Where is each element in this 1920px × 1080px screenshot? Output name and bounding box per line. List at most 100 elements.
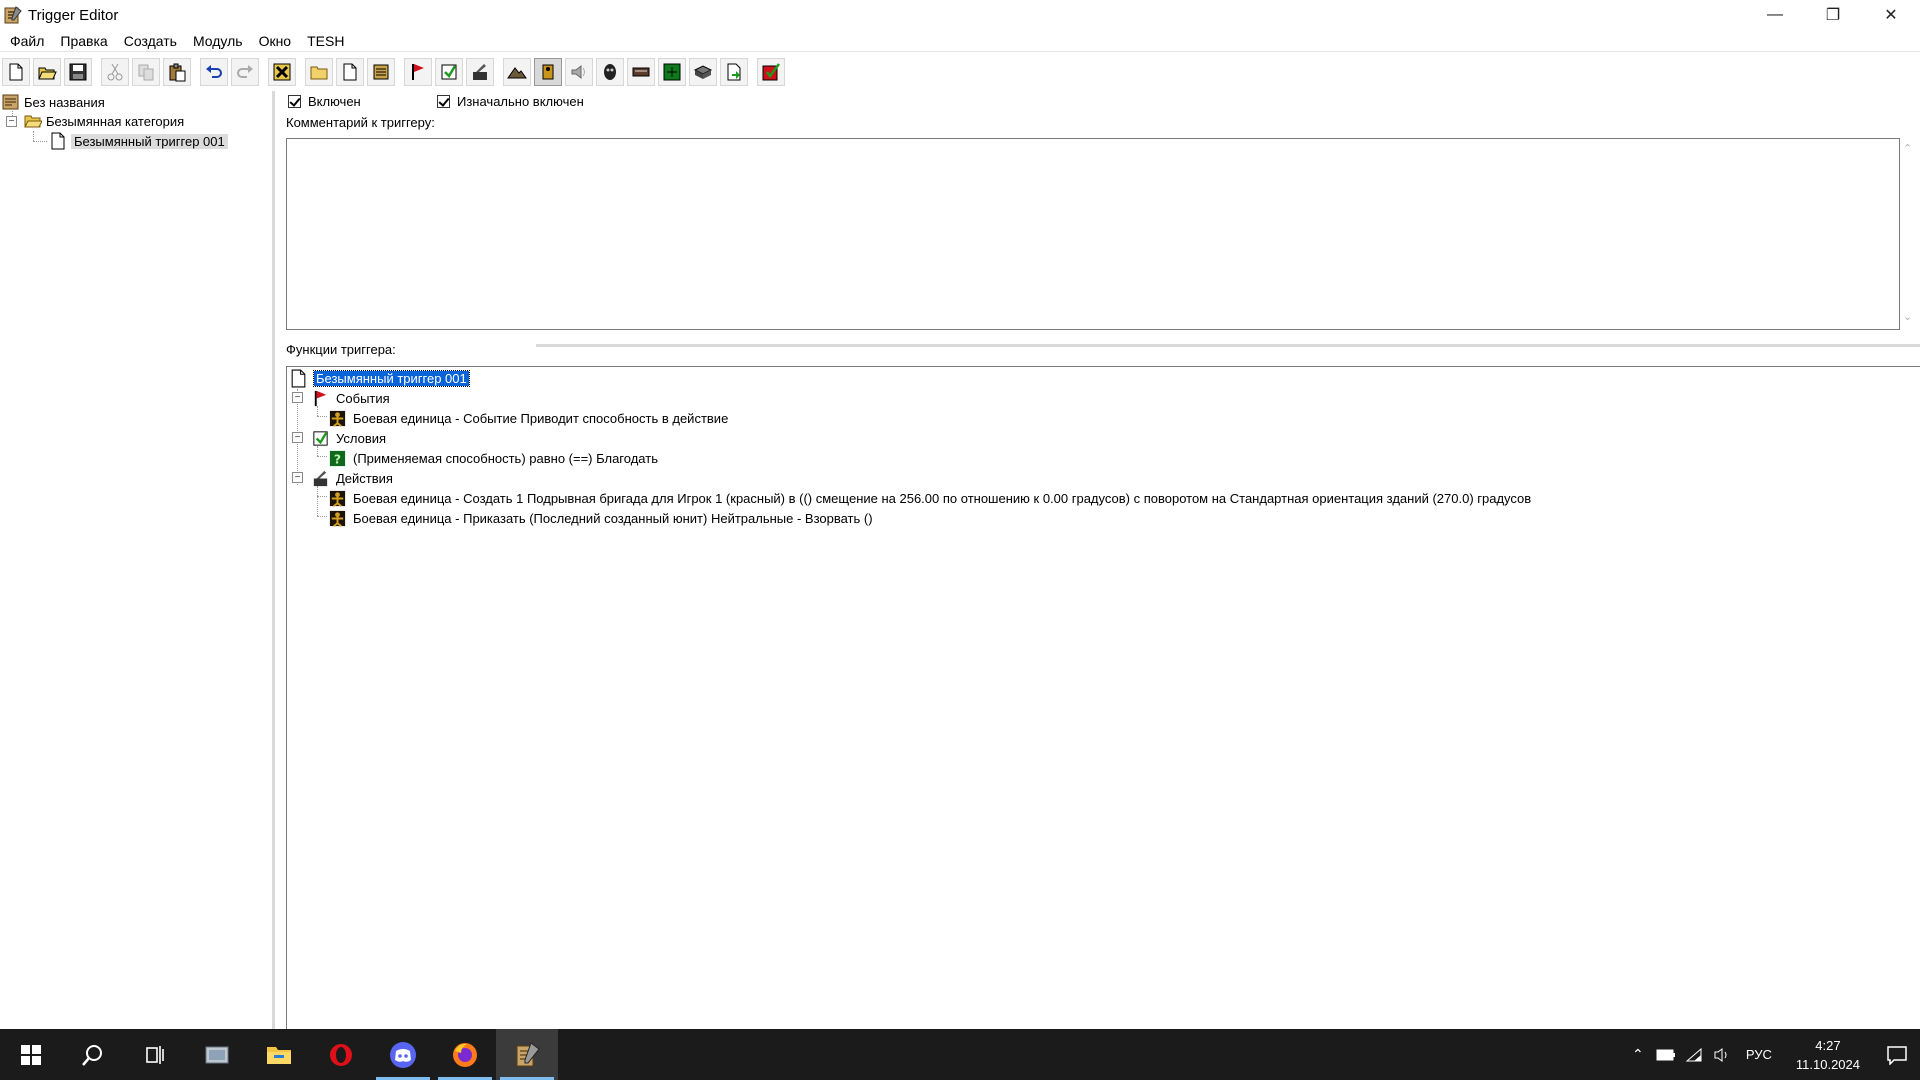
tree-category[interactable]: Безымянная категория (24, 111, 184, 131)
menu-module[interactable]: Модуль (185, 30, 251, 52)
title-bar: Trigger Editor — ❐ ✕ (0, 0, 1920, 30)
import-manager-button[interactable] (720, 58, 748, 86)
test-map-button[interactable] (757, 58, 785, 86)
undo-button[interactable] (200, 58, 228, 86)
tree-root[interactable]: Без названия (2, 92, 105, 112)
terrain-editor-button[interactable] (503, 58, 531, 86)
import-manager-icon (727, 63, 741, 81)
actions-node[interactable]: Действия (311, 468, 393, 488)
cut-button[interactable] (101, 58, 129, 86)
initially-on-checkbox[interactable]: Изначально включен (437, 94, 584, 109)
task-view-button[interactable] (124, 1029, 186, 1080)
comment-textarea[interactable] (286, 138, 1900, 330)
condition-item-label: (Применяемая способность) равно (==) Бла… (353, 450, 658, 466)
splitter[interactable] (536, 344, 1920, 347)
tree-trigger-label: Безымянный триггер 001 (71, 133, 228, 149)
menu-new[interactable]: Создать (116, 30, 185, 52)
system-tray: ⌃ РУС 4:27 11.10.2024 (1624, 1029, 1920, 1080)
notifications-button[interactable] (1874, 1029, 1920, 1080)
object-manager-button[interactable] (689, 58, 717, 86)
comment-scrollbar[interactable]: ⌃ ⌄ (1900, 138, 1918, 330)
unit-editor-button[interactable] (534, 58, 562, 86)
event-item[interactable]: Боевая единица - Событие Приводит способ… (328, 408, 728, 428)
language-indicator[interactable]: РУС (1736, 1047, 1782, 1062)
close-button[interactable]: ✕ (1862, 0, 1920, 30)
wifi-icon[interactable] (1680, 1029, 1708, 1080)
opera-button[interactable] (310, 1029, 372, 1080)
menu-file[interactable]: Файл (2, 30, 52, 52)
tree-category-label: Безымянная категория (46, 113, 185, 129)
sound-editor-button[interactable] (565, 58, 593, 86)
category-expander[interactable]: − (6, 116, 17, 127)
ai-editor-button[interactable] (658, 58, 686, 86)
new-trigger-button[interactable] (336, 58, 364, 86)
new-icon (9, 63, 23, 81)
new-trigger-icon (343, 63, 357, 81)
tree-trigger[interactable]: Безымянный триггер 001 (49, 131, 228, 151)
search-icon (82, 1044, 102, 1066)
action-icon (473, 64, 487, 80)
chevron-up-icon[interactable]: ⌃ (1624, 1029, 1652, 1080)
world-editor-button[interactable] (496, 1029, 558, 1080)
conditions-node[interactable]: Условия (311, 428, 386, 448)
object-editor-button[interactable] (596, 58, 624, 86)
discord-icon (390, 1041, 416, 1068)
trigger-editor-icon (4, 6, 22, 24)
redo-button[interactable] (231, 58, 259, 86)
battery-icon[interactable] (1652, 1029, 1680, 1080)
svg-text:?: ? (334, 452, 341, 466)
unit-icon (329, 510, 346, 527)
volume-icon[interactable] (1708, 1029, 1736, 1080)
campaign-editor-button[interactable] (627, 58, 655, 86)
firefox-button[interactable] (434, 1029, 496, 1080)
action-item[interactable]: Боевая единица - Приказать (Последний со… (328, 508, 873, 528)
paste-button[interactable] (163, 58, 191, 86)
enabled-checkbox[interactable]: Включен (288, 94, 361, 109)
functions-root[interactable]: Безымянный триггер 001 (289, 368, 470, 388)
save-icon (69, 63, 87, 81)
open-button[interactable] (33, 58, 61, 86)
scroll-up-icon[interactable]: ⌃ (1903, 142, 1912, 155)
notification-icon (1887, 1045, 1907, 1065)
new-button[interactable] (2, 58, 30, 86)
conditions-label: Условия (336, 430, 387, 446)
search-button[interactable] (62, 1029, 124, 1080)
unit-editor-icon (542, 64, 554, 80)
question-icon: ? (329, 450, 346, 466)
new-condition-button[interactable] (435, 58, 463, 86)
menu-tesh[interactable]: TESH (299, 30, 352, 52)
start-button[interactable] (0, 1029, 62, 1080)
condition-item[interactable]: ? (Применяемая способность) равно (==) Б… (328, 448, 658, 468)
delete-button[interactable] (268, 58, 296, 86)
checkbox-checked-icon (288, 95, 301, 108)
app-icon (205, 1046, 229, 1063)
menu-bar: Файл Правка Создать Модуль Окно TESH (0, 30, 1920, 52)
events-node[interactable]: События (311, 388, 390, 408)
toolbar (0, 53, 1920, 91)
menu-window[interactable]: Окно (251, 30, 300, 52)
actions-expander[interactable]: − (292, 472, 303, 483)
restore-button[interactable]: ❐ (1804, 0, 1862, 30)
conditions-expander[interactable]: − (292, 432, 303, 443)
events-expander[interactable]: − (292, 392, 303, 403)
action-item[interactable]: Боевая единица - Создать 1 Подрывная бри… (328, 488, 1531, 508)
trigger-tree[interactable]: Без названия − Безымянная категория Безы… (0, 91, 275, 1029)
taskbar-app[interactable] (186, 1029, 248, 1080)
trigger-functions-tree[interactable]: Безымянный триггер 001 − События Боевая … (286, 366, 1920, 1029)
terrain-editor-icon (507, 67, 527, 79)
initially-on-label: Изначально включен (457, 94, 584, 109)
start-icon (21, 1044, 41, 1065)
menu-edit[interactable]: Правка (52, 30, 115, 52)
file-explorer-button[interactable] (248, 1029, 310, 1080)
new-comment-button[interactable] (367, 58, 395, 86)
clock[interactable]: 4:27 11.10.2024 (1782, 1036, 1874, 1074)
minimize-button[interactable]: — (1746, 0, 1804, 30)
new-event-button[interactable] (404, 58, 432, 86)
save-button[interactable] (64, 58, 92, 86)
copy-button[interactable] (132, 58, 160, 86)
discord-button[interactable] (372, 1029, 434, 1080)
condition-icon (313, 430, 328, 446)
new-category-button[interactable] (305, 58, 333, 86)
scroll-down-icon[interactable]: ⌄ (1903, 310, 1912, 323)
new-action-button[interactable] (466, 58, 494, 86)
